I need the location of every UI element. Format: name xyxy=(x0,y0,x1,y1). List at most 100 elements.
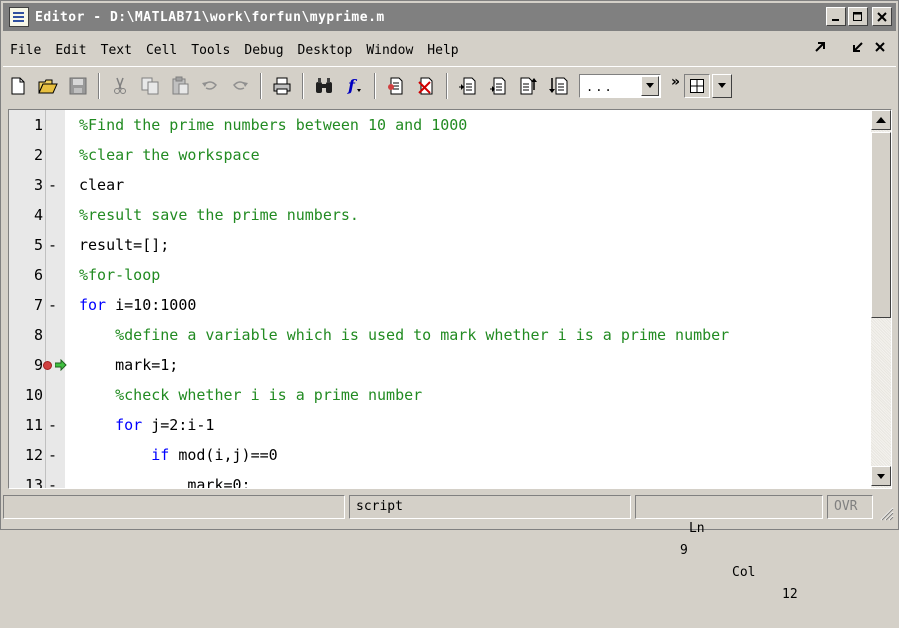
breakpoint-icon[interactable] xyxy=(43,361,52,370)
code-line[interactable]: 7- for i=10:1000 xyxy=(9,290,869,320)
code-text[interactable]: clear xyxy=(79,170,124,200)
new-file-button[interactable] xyxy=(5,73,31,99)
continue-icon xyxy=(549,77,568,94)
code-line[interactable]: 6 %for-loop xyxy=(9,260,869,290)
code-line[interactable]: 1 %Find the prime numbers between 10 and … xyxy=(9,110,869,140)
code-text[interactable]: for i=10:1000 xyxy=(79,290,196,320)
close-button[interactable] xyxy=(872,7,892,26)
step-in-button[interactable] xyxy=(485,73,511,99)
code-line[interactable]: 4 %result save the prime numbers. xyxy=(9,200,869,230)
save-button[interactable] xyxy=(65,73,91,99)
window-title: Editor - D:\MATLAB71\work\forfun\myprime… xyxy=(35,9,385,25)
menu-help[interactable]: Help xyxy=(420,43,465,58)
line-number[interactable]: 6 xyxy=(9,260,43,290)
current-line-arrow-icon xyxy=(55,359,67,371)
code-text[interactable]: %Find the prime numbers between 10 and 1… xyxy=(79,110,467,140)
executable-line-marker[interactable]: - xyxy=(48,290,64,320)
line-number[interactable]: 4 xyxy=(9,200,43,230)
code-text[interactable]: mark=1; xyxy=(79,350,178,380)
code-comment: %for-loop xyxy=(79,266,161,284)
code-statement: clear xyxy=(79,176,125,194)
code-text[interactable]: result=[]; xyxy=(79,230,169,260)
dock-arrow-icon[interactable] xyxy=(814,41,826,53)
menu-tools[interactable]: Tools xyxy=(184,43,237,58)
open-file-button[interactable] xyxy=(35,73,61,99)
executable-line-marker[interactable]: - xyxy=(48,230,64,260)
code-text[interactable]: %for-loop xyxy=(79,260,160,290)
chevron-down-icon xyxy=(646,83,654,88)
line-number[interactable]: 1 xyxy=(9,110,43,140)
code-editor[interactable]: 1 %Find the prime numbers between 10 and … xyxy=(8,109,892,489)
line-number[interactable]: 2 xyxy=(9,140,43,170)
line-number[interactable]: 12 xyxy=(9,440,43,470)
executable-line-marker[interactable]: - xyxy=(48,410,64,440)
line-number[interactable]: 5 xyxy=(9,230,43,260)
scrollbar-thumb[interactable] xyxy=(871,132,891,318)
code-text[interactable]: %check whether i is a prime number xyxy=(79,380,422,410)
resize-grip-icon[interactable] xyxy=(878,505,894,521)
scroll-up-button[interactable] xyxy=(871,110,891,130)
code-text[interactable]: %clear the workspace xyxy=(79,140,260,170)
print-button[interactable] xyxy=(269,73,295,99)
line-number[interactable]: 11 xyxy=(9,410,43,440)
executable-line-marker[interactable]: - xyxy=(48,440,64,470)
executable-line-marker[interactable]: - xyxy=(48,170,64,200)
menu-cell[interactable]: Cell xyxy=(139,43,184,58)
line-number[interactable]: 7 xyxy=(9,290,43,320)
vertical-scrollbar[interactable] xyxy=(871,110,891,488)
menu-debug[interactable]: Debug xyxy=(237,43,290,58)
tile-layout-button[interactable] xyxy=(684,73,711,98)
code-line[interactable]: 2 %clear the workspace xyxy=(9,140,869,170)
continue-button[interactable] xyxy=(545,73,571,99)
toolbar-separator xyxy=(374,72,376,99)
clear-breakpoints-button[interactable] xyxy=(413,73,439,99)
scroll-down-button[interactable] xyxy=(871,466,891,486)
line-number[interactable]: 13 xyxy=(9,470,43,488)
code-line[interactable]: 13- mark=0; xyxy=(9,470,869,488)
code-line[interactable]: 8 %define a variable which is used to ma… xyxy=(9,320,869,350)
cut-button[interactable] xyxy=(107,73,133,99)
step-button[interactable] xyxy=(455,73,481,99)
paste-button[interactable] xyxy=(167,73,193,99)
code-line[interactable]: 9 mark=1; xyxy=(9,350,869,380)
code-text[interactable]: %define a variable which is used to mark… xyxy=(79,320,729,350)
copy-button[interactable] xyxy=(137,73,163,99)
menu-edit[interactable]: Edit xyxy=(48,43,93,58)
code-text[interactable]: if mod(i,j)==0 xyxy=(79,440,277,470)
code-line[interactable]: 5- result=[]; xyxy=(9,230,869,260)
step-in-icon xyxy=(490,77,506,94)
function-button[interactable]: f xyxy=(341,73,367,99)
undo-button[interactable] xyxy=(197,73,223,99)
line-number[interactable]: 3 xyxy=(9,170,43,200)
line-number[interactable]: 10 xyxy=(9,380,43,410)
tile-layout-dropdown[interactable] xyxy=(712,73,733,98)
code-line[interactable]: 12- if mod(i,j)==0 xyxy=(9,440,869,470)
set-breakpoint-button[interactable] xyxy=(383,73,409,99)
executable-line-marker[interactable]: - xyxy=(48,470,64,488)
maximize-button[interactable] xyxy=(848,7,868,26)
code-line[interactable]: 3- clear xyxy=(9,170,869,200)
undock-arrow-icon[interactable] xyxy=(852,41,864,53)
column-label: Col xyxy=(732,565,756,580)
code-line[interactable]: 10 %check whether i is a prime number xyxy=(9,380,869,410)
line-number[interactable]: 8 xyxy=(9,320,43,350)
find-button[interactable] xyxy=(311,73,337,99)
menu-window[interactable]: Window xyxy=(359,43,420,58)
line-number[interactable]: 9 xyxy=(9,350,43,380)
code-text[interactable]: mark=0; xyxy=(79,470,250,488)
redo-button[interactable] xyxy=(227,73,253,99)
code-text[interactable]: for j=2:i-1 xyxy=(79,410,214,440)
code-text[interactable]: %result save the prime numbers. xyxy=(79,200,359,230)
step-out-button[interactable] xyxy=(515,73,541,99)
minimize-button[interactable] xyxy=(826,7,846,26)
close-document-icon[interactable] xyxy=(874,41,886,53)
code-line[interactable]: 11- for j=2:i-1 xyxy=(9,410,869,440)
menu-file[interactable]: File xyxy=(3,43,48,58)
stack-dropdown-arrow[interactable] xyxy=(641,75,659,96)
toolbar-overflow-icon[interactable]: » xyxy=(671,74,680,90)
title-bar[interactable]: Editor - D:\MATLAB71\work\forfun\myprime… xyxy=(3,3,896,31)
menu-text[interactable]: Text xyxy=(94,43,139,58)
stack-dropdown[interactable]: ... xyxy=(579,73,661,98)
toolbar: f ... » xyxy=(3,66,896,104)
menu-desktop[interactable]: Desktop xyxy=(291,43,360,58)
